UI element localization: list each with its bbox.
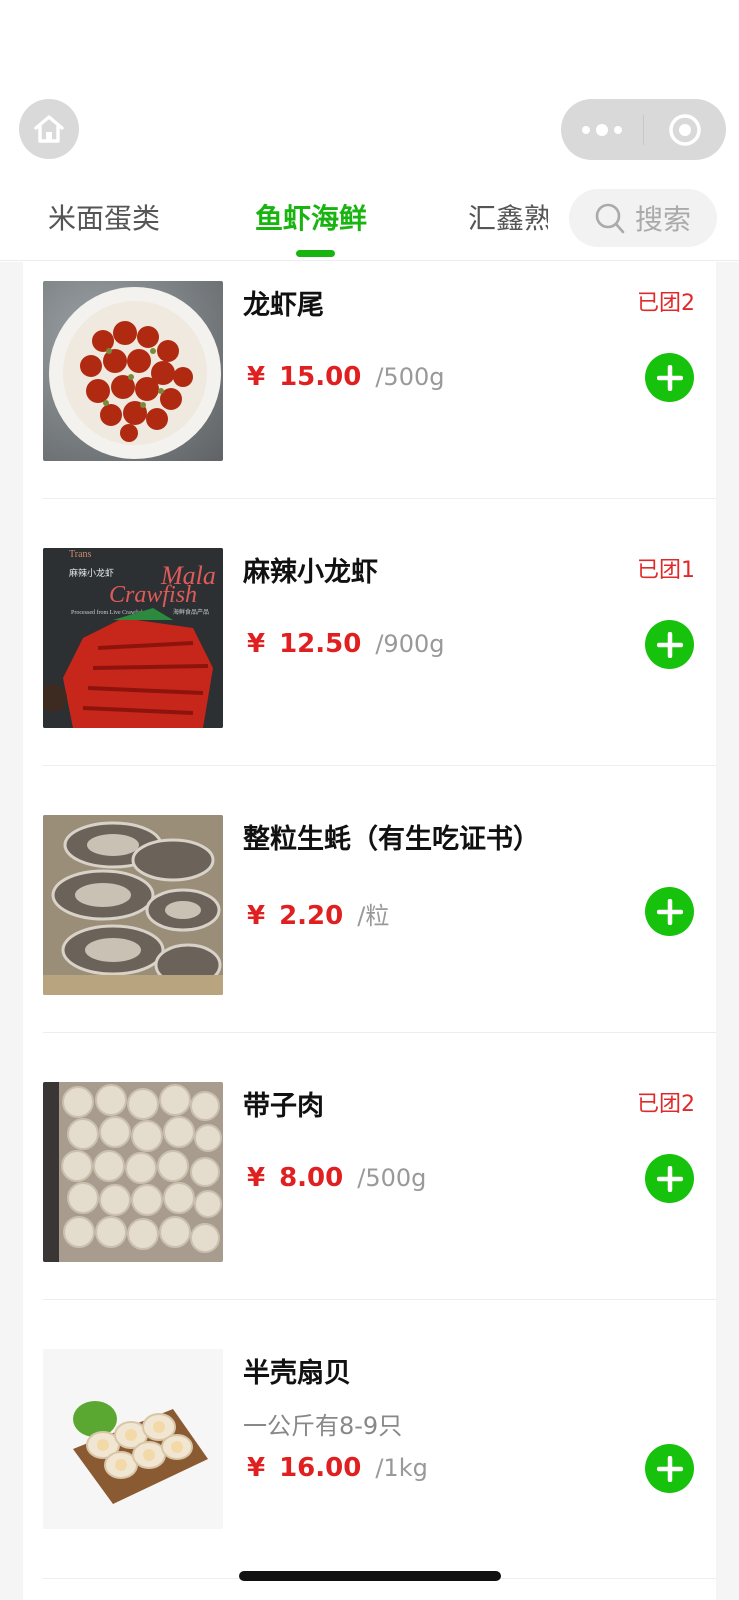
mini-program-capsule <box>561 99 726 160</box>
price-value: 2.20 <box>279 901 344 931</box>
currency-symbol: ¥ <box>247 1453 266 1483</box>
product-description: 一公斤有8-9只 <box>243 1412 403 1440</box>
price-unit: /500g <box>375 363 445 391</box>
search-label: 搜索 <box>635 203 692 236</box>
price-value: 15.00 <box>279 362 362 392</box>
plus-icon <box>656 1165 683 1192</box>
price-value: 12.50 <box>279 629 362 659</box>
product-item[interactable]: 半壳扇贝 一公斤有8-9只 ¥16.00/1kg <box>23 1330 716 1597</box>
group-count-badge: 已团2 <box>637 1092 695 1117</box>
group-count-badge: 已团2 <box>637 291 695 316</box>
product-name: 龙虾尾 <box>243 290 324 321</box>
product-name: 带子肉 <box>243 1091 324 1122</box>
product-image <box>43 281 223 461</box>
plus-icon <box>656 1455 683 1482</box>
package-brand-text: Trans <box>69 549 92 560</box>
package-title-2: Crawfish <box>109 582 197 608</box>
package-cn-text: 麻辣小龙虾 <box>69 567 114 579</box>
category-tabs: 米面蛋类 鱼虾海鲜 汇鑫熟 搜索 <box>0 178 739 261</box>
home-indicator <box>239 1571 501 1581</box>
target-circle-icon[interactable] <box>644 113 726 147</box>
price-unit: /1kg <box>375 1454 428 1482</box>
product-item[interactable]: 带子肉 已团2 ¥8.00/500g <box>23 1063 716 1330</box>
search-icon <box>595 203 625 234</box>
product-price: ¥2.20/粒 <box>247 896 389 931</box>
price-value: 16.00 <box>279 1453 362 1483</box>
price-unit: /900g <box>375 630 445 658</box>
group-count-badge: 已团1 <box>637 558 695 583</box>
product-list: 龙虾尾 已团2 ¥15.00/500g Trans 麻辣小龙虾 Mala Cra… <box>23 262 716 1600</box>
tab-huixin-cooked[interactable]: 汇鑫熟 <box>468 178 548 260</box>
currency-symbol: ¥ <box>247 362 266 392</box>
product-item[interactable]: Trans 麻辣小龙虾 Mala Crawfish Processed from… <box>23 529 716 796</box>
plus-icon <box>656 898 683 925</box>
product-image: Trans 麻辣小龙虾 Mala Crawfish Processed from… <box>43 548 223 728</box>
tab-fish-shrimp-seafood[interactable]: 鱼虾海鲜 <box>255 178 367 260</box>
price-value: 8.00 <box>279 1163 344 1193</box>
product-price: ¥8.00/500g <box>247 1163 426 1193</box>
currency-symbol: ¥ <box>247 629 266 659</box>
price-unit: /500g <box>357 1164 427 1192</box>
active-tab-indicator <box>296 250 335 257</box>
add-to-cart-button[interactable] <box>645 1444 694 1493</box>
product-price: ¥12.50/900g <box>247 629 444 659</box>
currency-symbol: ¥ <box>247 1163 266 1193</box>
product-name: 半壳扇贝 <box>243 1358 351 1389</box>
package-tag-text: 海鲜食品产品 <box>173 608 209 616</box>
product-name: 整粒生蚝（有生吃证书） <box>243 824 540 855</box>
currency-symbol: ¥ <box>247 901 266 931</box>
add-to-cart-button[interactable] <box>645 620 694 669</box>
plus-icon <box>656 364 683 391</box>
item-divider <box>43 498 716 499</box>
product-price: ¥15.00/500g <box>247 362 444 392</box>
item-divider <box>43 1299 716 1300</box>
item-divider <box>43 1032 716 1033</box>
add-to-cart-button[interactable] <box>645 353 694 402</box>
search-button[interactable]: 搜索 <box>569 189 717 247</box>
product-price: ¥16.00/1kg <box>247 1453 428 1483</box>
plus-icon <box>656 631 683 658</box>
product-item[interactable]: 龙虾尾 已团2 ¥15.00/500g <box>23 262 716 529</box>
more-dots-icon[interactable] <box>561 123 643 136</box>
product-image <box>43 1082 223 1262</box>
product-image <box>43 1349 223 1529</box>
item-divider <box>43 765 716 766</box>
home-button[interactable] <box>19 99 79 159</box>
price-unit: /粒 <box>357 902 390 930</box>
add-to-cart-button[interactable] <box>645 1154 694 1203</box>
product-name: 麻辣小龙虾 <box>243 557 378 588</box>
home-icon <box>34 115 64 143</box>
tab-rice-noodle-egg[interactable]: 米面蛋类 <box>48 178 160 260</box>
product-item[interactable]: 整粒生蚝（有生吃证书） ¥2.20/粒 <box>23 796 716 1063</box>
product-image <box>43 815 223 995</box>
add-to-cart-button[interactable] <box>645 887 694 936</box>
